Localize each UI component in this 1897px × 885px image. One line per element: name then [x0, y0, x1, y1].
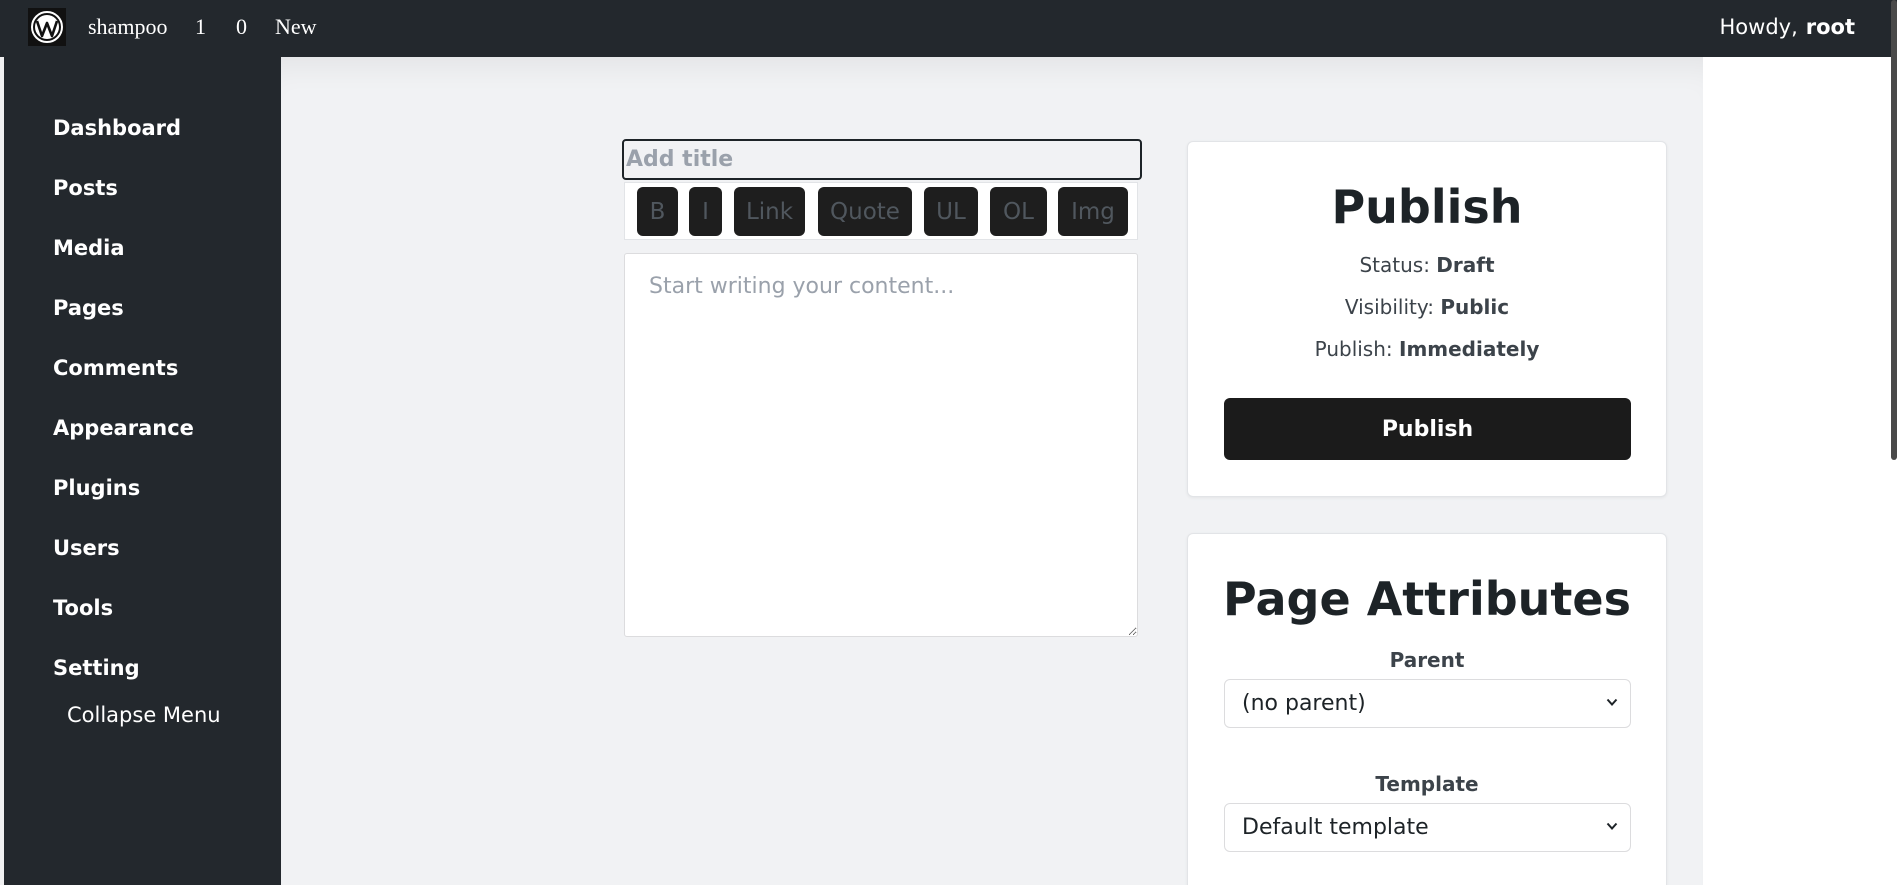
schedule-label: Publish: — [1314, 337, 1393, 361]
quote-button[interactable]: Quote — [818, 187, 912, 236]
user-name: root — [1805, 15, 1855, 39]
status-value: Draft — [1436, 253, 1495, 277]
sidebar-item-media[interactable]: Media — [53, 236, 125, 260]
admin-sidebar: Dashboard Posts Media Pages Comments App… — [0, 57, 281, 885]
updates-count[interactable]: 1 — [195, 14, 206, 40]
chevron-down-icon — [1606, 698, 1618, 706]
collapse-menu-button[interactable]: Collapse Menu — [67, 703, 221, 727]
chevron-down-icon — [1606, 822, 1618, 830]
right-blank-pane — [1703, 57, 1897, 885]
page-attributes-panel: Page Attributes Parent (no parent) Templ… — [1187, 533, 1667, 885]
wordpress-logo-icon[interactable] — [28, 8, 66, 46]
unordered-list-button[interactable]: UL — [924, 187, 978, 236]
image-button[interactable]: Img — [1058, 187, 1128, 236]
sidebar-item-comments[interactable]: Comments — [53, 356, 178, 380]
status-label: Status: — [1359, 253, 1430, 277]
visibility-label: Visibility: — [1344, 295, 1434, 319]
sidebar-item-tools[interactable]: Tools — [53, 596, 113, 620]
italic-button[interactable]: I — [689, 187, 722, 236]
post-content-textarea[interactable] — [624, 253, 1138, 637]
admin-bar: shampoo 1 0 New Howdy, root — [0, 0, 1897, 57]
publish-panel: Publish Status: Draft Visibility: Public… — [1187, 141, 1667, 497]
sidebar-item-setting[interactable]: Setting — [53, 656, 140, 680]
page-scrollbar[interactable] — [1891, 0, 1897, 460]
formatting-toolbar: B I Link Quote UL OL Img — [624, 182, 1138, 240]
parent-select[interactable]: (no parent) — [1224, 679, 1631, 728]
new-content-link[interactable]: New — [275, 14, 317, 40]
sidebar-item-users[interactable]: Users — [53, 536, 120, 560]
sidebar-item-dashboard[interactable]: Dashboard — [53, 116, 181, 140]
ordered-list-button[interactable]: OL — [990, 187, 1047, 236]
status-row: Status: Draft — [1188, 253, 1666, 277]
parent-select-value: (no parent) — [1242, 691, 1366, 716]
sidebar-item-pages[interactable]: Pages — [53, 296, 124, 320]
schedule-row: Publish: Immediately — [1188, 337, 1666, 361]
howdy-label: Howdy, — [1719, 15, 1798, 39]
user-account-menu[interactable]: Howdy, root — [1720, 15, 1856, 39]
link-button[interactable]: Link — [734, 187, 805, 236]
bold-button[interactable]: B — [637, 187, 678, 236]
page-attributes-title: Page Attributes — [1223, 572, 1631, 626]
comments-count[interactable]: 0 — [236, 14, 247, 40]
publish-panel-title: Publish — [1331, 180, 1523, 234]
schedule-value: Immediately — [1399, 337, 1540, 361]
parent-label: Parent — [1389, 648, 1465, 672]
sidebar-item-plugins[interactable]: Plugins — [53, 476, 140, 500]
template-select[interactable]: Default template — [1224, 803, 1631, 852]
visibility-row: Visibility: Public — [1188, 295, 1666, 319]
template-label: Template — [1375, 772, 1479, 796]
publish-button[interactable]: Publish — [1224, 398, 1631, 460]
template-select-value: Default template — [1242, 815, 1429, 840]
visibility-value: Public — [1440, 295, 1510, 319]
post-title-input[interactable] — [622, 139, 1142, 180]
site-name-link[interactable]: shampoo — [88, 14, 167, 40]
sidebar-item-posts[interactable]: Posts — [53, 176, 118, 200]
sidebar-item-appearance[interactable]: Appearance — [53, 416, 194, 440]
